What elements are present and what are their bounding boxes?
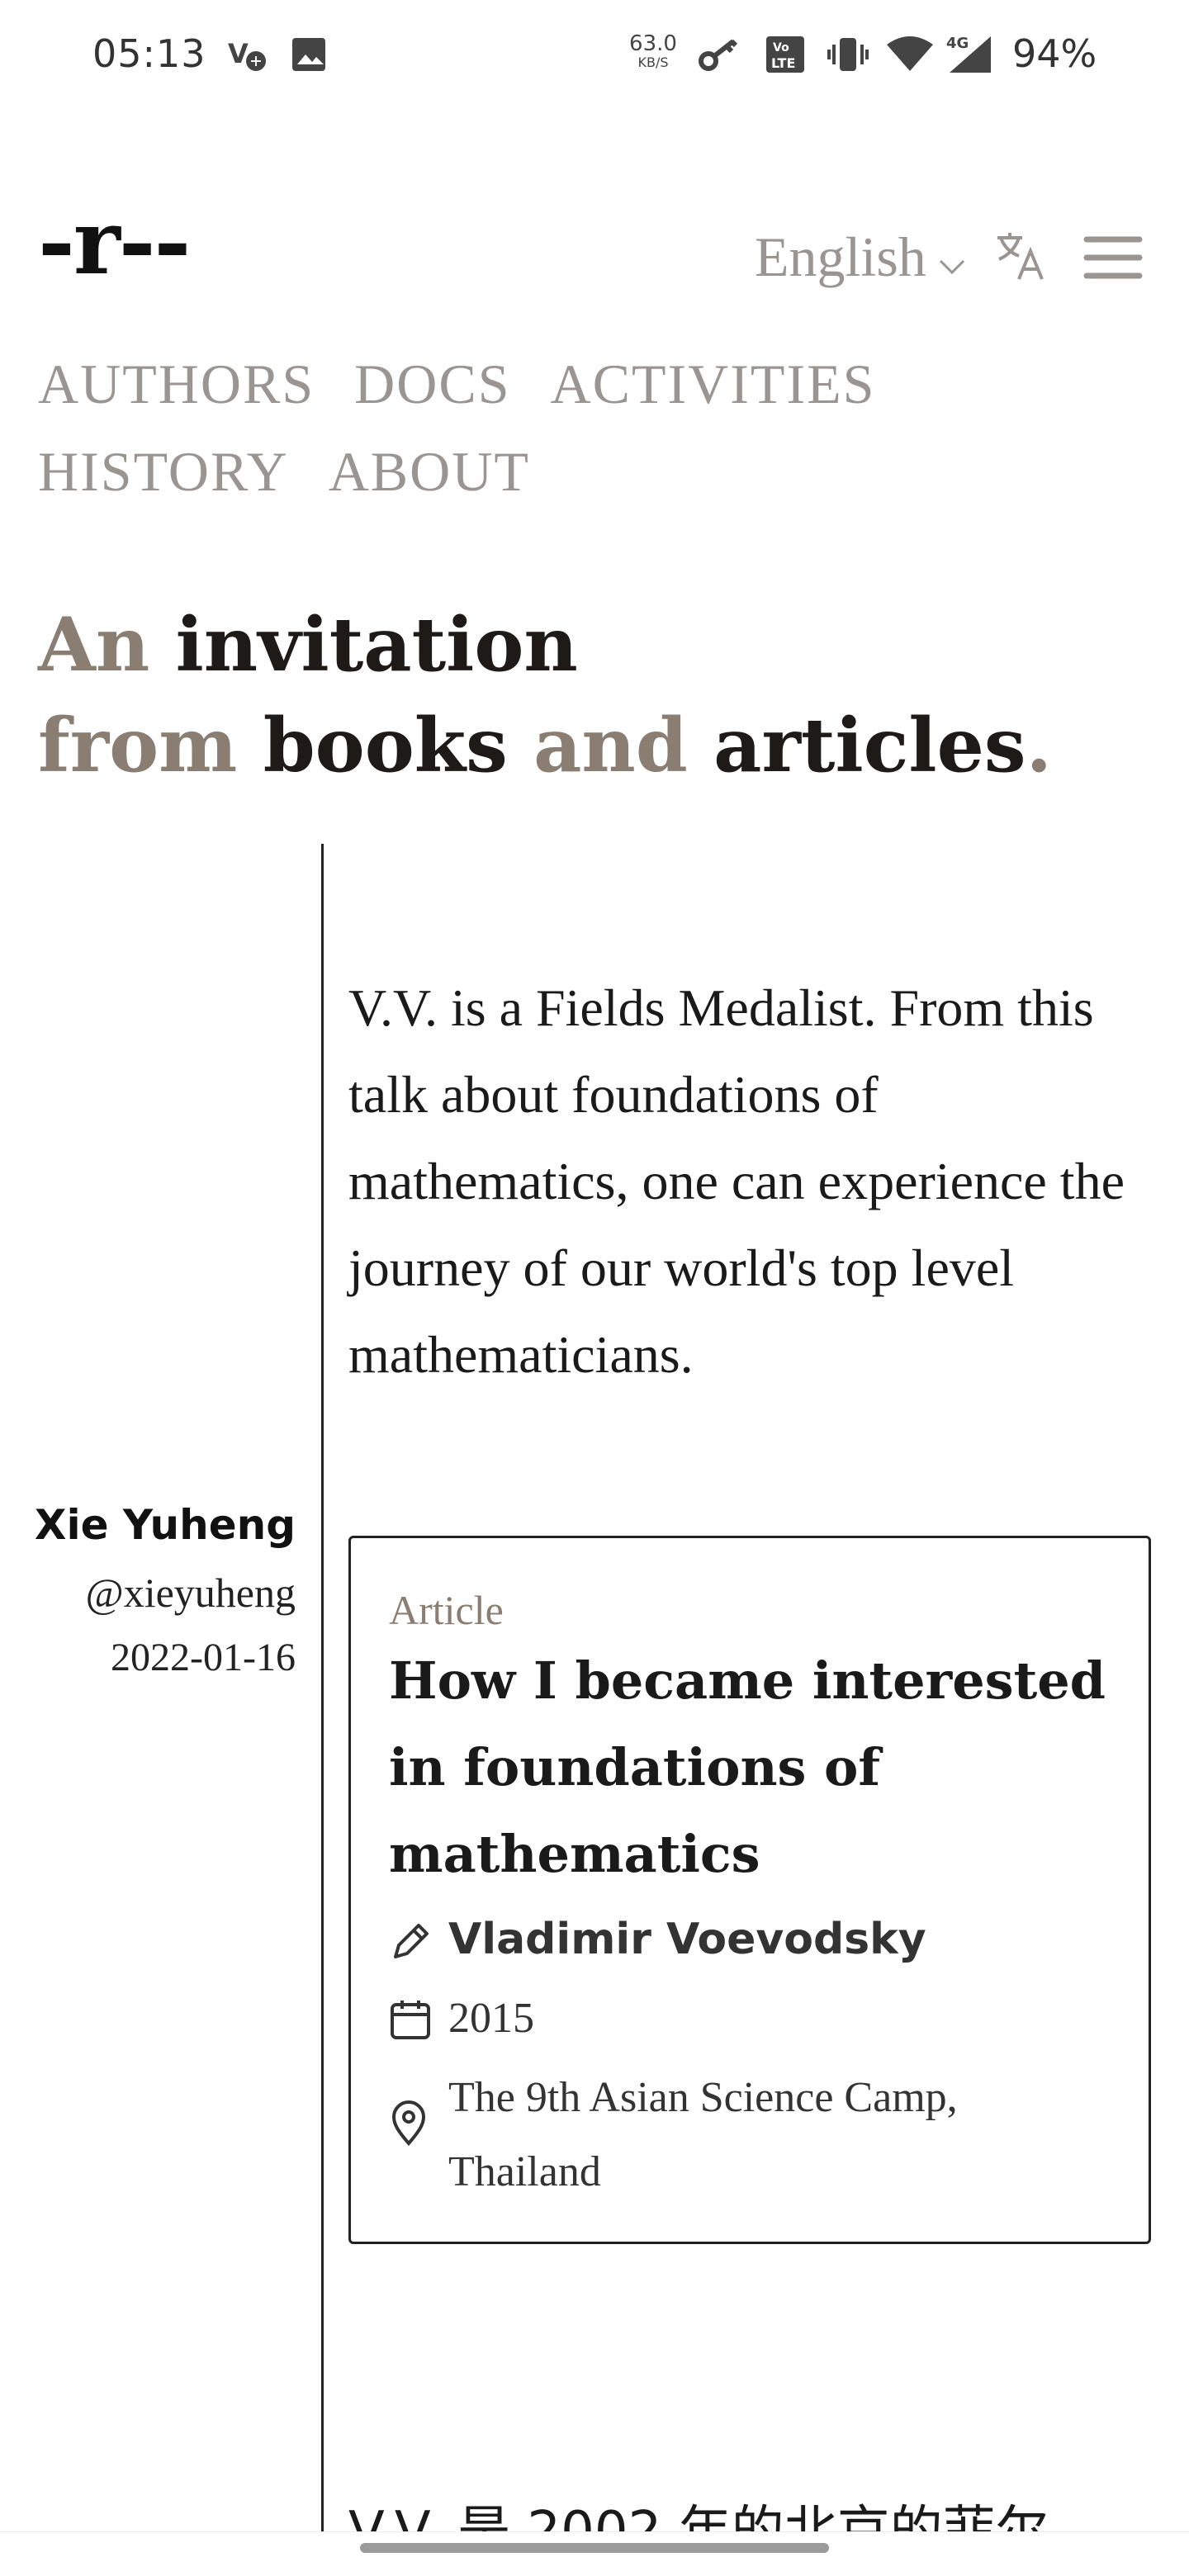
hero-word: from <box>38 702 238 789</box>
nav-item-history[interactable]: HISTORY <box>38 428 289 515</box>
hero-period: . <box>1026 702 1052 789</box>
nav-item-authors[interactable]: AUTHORS <box>38 340 315 428</box>
hero-word: and <box>533 702 688 789</box>
cellular-signal-icon: 4G <box>943 33 994 79</box>
svg-text:LTE: LTE <box>771 55 795 71</box>
author-handle[interactable]: @xieyuheng <box>35 1569 296 1617</box>
article-card[interactable]: Article How I became interested in found… <box>348 1536 1151 2244</box>
pencil-icon <box>389 1917 433 1967</box>
timeline-line <box>321 844 324 2536</box>
hero-word: articles <box>713 702 1026 789</box>
hero-word: books <box>263 702 508 789</box>
hero-heading: An invitation from books and articles. <box>38 594 1052 796</box>
card-year-row: 2015 <box>389 1982 1111 2056</box>
network-speed: 63.0 KB/S <box>629 31 677 70</box>
calendar-icon <box>389 1995 433 2044</box>
chevron-down-icon <box>938 225 966 290</box>
card-location-row: The 9th Asian Science Camp, Thailand <box>389 2061 1111 2209</box>
battery-level: 94% <box>1012 31 1097 76</box>
nav-item-about[interactable]: ABOUT <box>329 428 530 515</box>
next-post-description: V.V. 是 2002 年的北京的菲尔 <box>348 2501 1049 2531</box>
main-nav: AUTHORS DOCS ACTIVITIES HISTORY ABOUT <box>38 340 946 515</box>
volte-icon: Vo LTE <box>765 33 806 79</box>
card-author[interactable]: Vladimir Voevodsky <box>448 1902 926 1977</box>
status-bar: 05:13 V 63.0 KB/S Vo LTE 4G 94% <box>0 0 1189 116</box>
language-selector[interactable]: English <box>755 225 966 290</box>
hero-word: An <box>38 601 150 689</box>
nav-item-docs[interactable]: DOCS <box>354 340 510 428</box>
wifi-icon <box>885 33 935 79</box>
nav-item-activities[interactable]: ACTIVITIES <box>551 340 876 428</box>
site-logo[interactable]: -r-- <box>38 198 191 287</box>
card-title[interactable]: How I became interested in foundations o… <box>389 1637 1111 1897</box>
vibrate-icon <box>826 33 870 79</box>
card-year: 2015 <box>448 1995 534 2042</box>
hero-word: invitation <box>175 601 578 689</box>
language-label: English <box>755 225 926 288</box>
post-date: 2022-01-16 <box>111 1636 296 1679</box>
status-time: 05:13 <box>92 31 206 76</box>
post-description: V.V. is a Fields Medalist. From this tal… <box>348 978 1125 1384</box>
card-author-row: Vladimir Voevodsky <box>389 1902 1111 1977</box>
home-indicator[interactable] <box>360 2543 829 2553</box>
translate-icon[interactable] <box>994 230 1045 284</box>
card-type: Article <box>389 1587 504 1633</box>
image-icon <box>289 33 329 79</box>
svg-text:4G: 4G <box>946 35 969 52</box>
svg-text:V: V <box>228 38 249 69</box>
system-nav-bar <box>0 2531 1189 2576</box>
wifi-calling-icon: V <box>226 33 269 79</box>
post-author-meta: Xie Yuheng @xieyuheng 2022-01-16 <box>35 1501 296 1680</box>
key-icon <box>697 33 743 79</box>
card-location: The 9th Asian Science Camp, Thailand <box>448 2074 958 2195</box>
map-pin-icon <box>389 2099 433 2148</box>
svg-text:Vo: Vo <box>773 41 789 54</box>
author-name[interactable]: Xie Yuheng <box>35 1501 296 1549</box>
menu-icon[interactable] <box>1083 233 1143 286</box>
